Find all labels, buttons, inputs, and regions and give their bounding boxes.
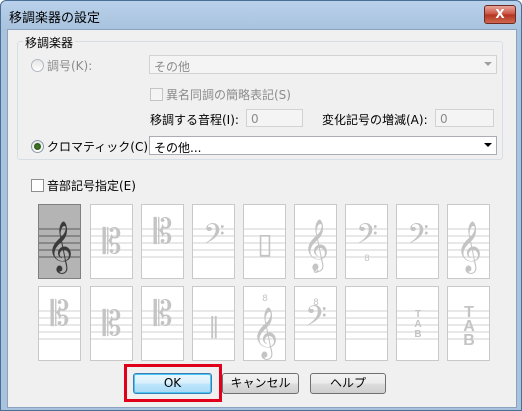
chromatic-combo-value: その他... (154, 141, 202, 155)
clef-glyph: ‖ (209, 314, 220, 339)
group-legend: 移調楽器 (23, 34, 76, 51)
staff-lines: 𝄞 (448, 221, 489, 274)
clef-cell-treble-8va[interactable]: 𝄞 8 (243, 286, 286, 361)
staff-lines: 𝄢 (397, 218, 438, 258)
clef-cell-tenor[interactable]: 𝄡 (141, 204, 184, 279)
clef-glyph: 𝄡 (103, 222, 122, 262)
accidental-value: 0 (440, 112, 448, 126)
interval-label: 移調する音程(I): (150, 113, 239, 127)
title-bar[interactable]: 移調楽器の設定 X (1, 1, 521, 29)
staff-lines: ‖ (193, 310, 234, 340)
clef-grid: 𝄞 𝄡 𝄡 𝄢 ▯ 𝄞 8 𝄢 8 𝄢 𝄞 𝄡 𝄡 𝄡 ‖ 𝄞 8 𝄢 8 T A B T A B (38, 204, 494, 362)
staff-lines: 𝄡 (142, 294, 183, 340)
interval-input[interactable]: 0 (246, 109, 303, 127)
staff-lines (346, 310, 387, 340)
staff-lines: 𝄞8 (295, 219, 336, 276)
enharmonic-label: 異名同調の簡略表記(S) (166, 88, 291, 102)
staff-lines: 𝄡 (142, 212, 183, 258)
clef-glyph: 𝄞 (252, 307, 278, 360)
clef-glyph: 𝄞 (47, 221, 73, 274)
chromatic-radio[interactable] (31, 140, 44, 153)
clef-cell-percussion[interactable]: ▯ (243, 204, 286, 279)
accidental-label: 変化記号の増減(A): (322, 113, 428, 127)
clef-cell-treble[interactable]: 𝄞 (447, 204, 490, 279)
clef-cell-tab-small[interactable]: TAB (396, 286, 439, 361)
clef-glyph: 𝄡 (103, 304, 122, 344)
interval-value: 0 (251, 112, 259, 126)
chromatic-label: クロマティック(C): (47, 140, 153, 154)
clef-cell-bass-8va[interactable]: 𝄢 8 (294, 286, 337, 361)
clef-glyph: 𝄢 (407, 218, 429, 258)
clef-cell-tenor[interactable]: 𝄡 (141, 286, 184, 361)
staff-lines: TAB (448, 304, 489, 349)
staff-lines: TAB (397, 309, 438, 340)
chevron-down-icon (484, 143, 492, 147)
clef-cell-treble-8vb[interactable]: 𝄞 8 (294, 204, 337, 279)
clef-cell-treble[interactable]: 𝄞 (38, 204, 81, 279)
clef-cell-alto[interactable]: 𝄡 (90, 286, 133, 361)
chromatic-combo[interactable]: その他... (149, 136, 497, 155)
tab-letter: B (463, 332, 475, 349)
staff-lines: 𝄡 (91, 222, 132, 262)
octave-mark: 8 (364, 254, 370, 264)
staff-lines: 𝄡 (39, 294, 80, 340)
clef-cell-blank[interactable] (345, 286, 388, 361)
octave-mark: 8 (313, 266, 319, 276)
clef-cell-bass-8vb[interactable]: 𝄢 8 (345, 204, 388, 279)
clef-checkbox[interactable] (31, 179, 44, 192)
clef-cell-bass[interactable]: 𝄢 (396, 204, 439, 279)
staff-lines: 𝄢8 (346, 218, 387, 264)
clef-glyph: ▯ (257, 227, 272, 260)
staff-lines: 𝄢8 (295, 298, 336, 340)
staff-lines: ▯ (244, 227, 285, 260)
clef-cell-tab-large[interactable]: TAB (447, 286, 490, 361)
ok-highlight-box (124, 364, 222, 402)
window-title: 移調楽器の設定 (9, 11, 101, 26)
clef-glyph: 𝄢 (356, 218, 378, 258)
clef-glyph: 𝄡 (154, 212, 173, 252)
enharmonic-checkbox[interactable] (150, 88, 163, 101)
key-label: 調号(K): (47, 59, 93, 73)
clef-cell-alto[interactable]: 𝄡 (90, 204, 133, 279)
clef-cell-tenor[interactable]: 𝄡 (38, 286, 81, 361)
clef-glyph: 𝄡 (154, 294, 173, 334)
tab-letter: B (414, 329, 421, 340)
clef-glyph: 𝄡 (51, 294, 70, 334)
key-combo[interactable]: その他 (149, 55, 497, 74)
staff-lines: 𝄡 (91, 304, 132, 344)
staff-lines: 𝄞8 (244, 294, 285, 360)
help-button[interactable]: ヘルプ (310, 373, 386, 394)
clef-glyph: 𝄞 (303, 219, 329, 272)
clef-cell-percussion2[interactable]: ‖ (192, 286, 235, 361)
staff-lines: 𝄞 (39, 221, 80, 274)
clef-glyph: 𝄢 (203, 218, 225, 258)
accidental-input[interactable]: 0 (435, 109, 494, 127)
staff-lines: 𝄢 (193, 218, 234, 258)
key-radio[interactable] (31, 59, 44, 72)
clef-checkbox-label: 音部記号指定(E) (47, 179, 136, 193)
key-combo-value: その他 (154, 60, 191, 74)
octave-mark: 8 (262, 294, 268, 304)
octave-mark: 8 (313, 298, 319, 308)
chevron-down-icon (484, 62, 492, 66)
cancel-button[interactable]: キャンセル (222, 373, 299, 394)
close-button[interactable]: X (484, 5, 516, 24)
clef-cell-bass[interactable]: 𝄢 (192, 204, 235, 279)
clef-glyph: 𝄞 (456, 221, 482, 274)
